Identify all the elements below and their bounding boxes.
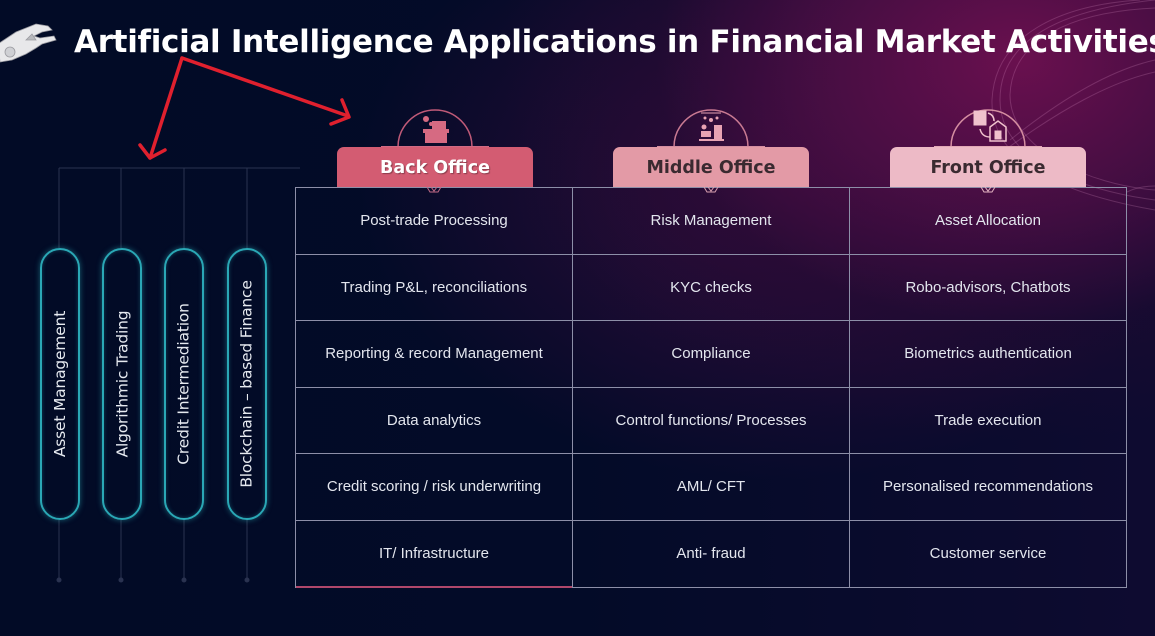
table-cell: Personalised recommendations bbox=[850, 454, 1126, 521]
connector-hex-icon bbox=[980, 186, 996, 193]
table-cell: Trade execution bbox=[850, 388, 1126, 454]
table-cell: Control functions/ Processes bbox=[573, 387, 850, 454]
table-cell: KYC checks bbox=[573, 254, 850, 321]
table-cell: AML/ CFT bbox=[573, 454, 850, 521]
page-title: Artificial Intelligence Applications in … bbox=[74, 24, 1155, 60]
table-cell: Post-trade Processing bbox=[296, 188, 573, 255]
table-cell: Asset Allocation bbox=[850, 188, 1126, 255]
table-cell: Compliance bbox=[573, 321, 850, 388]
table-cell: Trading P&L, reconciliations bbox=[296, 254, 573, 321]
table-cell: Anti- fraud bbox=[573, 520, 850, 587]
application-pill-blockchain-finance: Blockchain – based Finance bbox=[227, 248, 267, 520]
table-cell: Reporting & record Management bbox=[296, 321, 573, 388]
table-cell: Robo-advisors, Chatbots bbox=[850, 255, 1126, 321]
table-cell: IT/ Infrastructure bbox=[296, 520, 573, 587]
table-cell: Customer service bbox=[929, 545, 1047, 563]
table-cell: Risk Management bbox=[573, 188, 850, 255]
table-cell: Credit scoring / risk underwriting bbox=[296, 454, 573, 521]
application-label: Credit Intermediation bbox=[175, 303, 194, 465]
robot-hand-icon bbox=[0, 23, 57, 63]
application-pill-asset-management: Asset Management bbox=[40, 248, 80, 520]
application-pill-algorithmic-trading: Algorithmic Trading bbox=[102, 248, 142, 520]
building-to-home-icon bbox=[950, 109, 1026, 148]
connector-hex-icon bbox=[426, 186, 442, 193]
application-label: Algorithmic Trading bbox=[113, 310, 131, 458]
title-bar: Artificial Intelligence Applications in … bbox=[0, 8, 1155, 68]
table-cell: Biometrics authentication bbox=[850, 321, 1126, 388]
office-desk-icon bbox=[397, 109, 473, 148]
connector-hex-icon bbox=[703, 186, 719, 193]
activities-table: Post-trade Processing Risk Management As… bbox=[295, 187, 1127, 588]
table-accent-line bbox=[296, 586, 572, 588]
header-back-office: Back Office bbox=[337, 147, 533, 188]
application-label: Blockchain – based Finance bbox=[238, 280, 256, 488]
header-middle-office: Middle Office bbox=[613, 147, 809, 188]
application-pill-credit-intermediation: Credit Intermediation bbox=[164, 248, 204, 520]
header-front-office: Front Office bbox=[890, 147, 1086, 188]
application-label: Asset Management bbox=[51, 310, 70, 458]
table-cell: Data analytics bbox=[296, 387, 573, 454]
workstation-icon bbox=[673, 109, 749, 148]
